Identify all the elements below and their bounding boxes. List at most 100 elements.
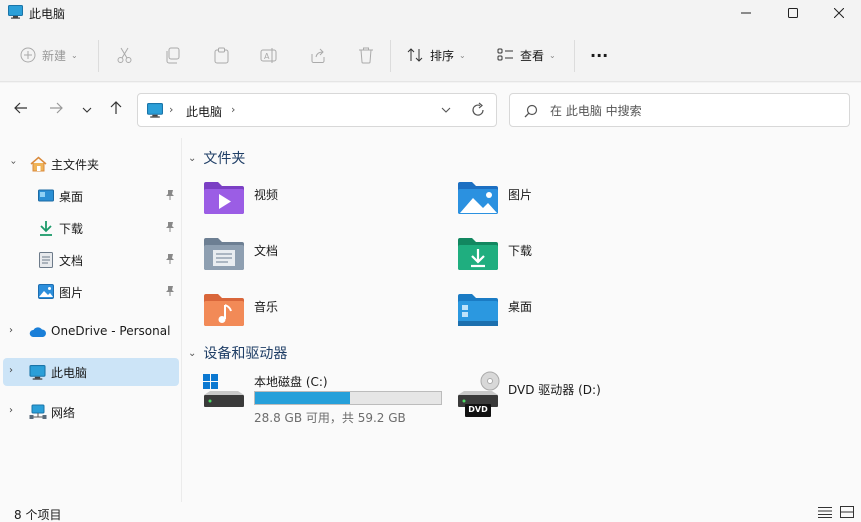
sidebar-item-network[interactable]: › 网络	[3, 398, 179, 426]
rename-button[interactable]: A	[260, 42, 277, 68]
recent-locations-button[interactable]	[77, 99, 97, 119]
folder-label: 文档	[254, 244, 279, 258]
breadcrumb-separator[interactable]: ›	[231, 103, 235, 116]
pin-icon[interactable]	[165, 221, 175, 236]
command-bar: 新建 ⌄ A 排序 ⌄ 查看 ⌄ ···	[0, 26, 861, 82]
cut-button[interactable]	[116, 42, 133, 68]
sidebar-item-label: OneDrive - Personal	[51, 324, 171, 338]
drive-free-space: 28.8 GB 可用，共 59.2 GB	[254, 411, 406, 425]
folder-item[interactable]: 音乐	[202, 292, 442, 338]
folder-label: 视频	[254, 188, 279, 202]
view-icon	[497, 48, 514, 62]
trash-icon	[358, 47, 374, 64]
chevron-down-icon	[441, 107, 451, 113]
back-button[interactable]	[11, 99, 31, 119]
sidebar-item-desktop[interactable]: 桌面	[3, 182, 179, 210]
more-options-button[interactable]: ···	[590, 42, 608, 68]
drive-label: 本地磁盘 (C:)	[254, 375, 328, 389]
new-label: 新建	[42, 48, 67, 63]
forward-button[interactable]	[46, 99, 66, 119]
sidebar-item-label: 桌面	[59, 190, 84, 204]
folder-item[interactable]: 图片	[456, 180, 696, 226]
maximize-button[interactable]	[770, 0, 816, 26]
paste-button[interactable]	[213, 42, 230, 68]
chevron-right-icon[interactable]: ›	[9, 405, 13, 416]
sort-button[interactable]: 排序 ⌄	[407, 42, 466, 68]
chevron-right-icon[interactable]: ›	[9, 325, 13, 336]
sort-label: 排序	[430, 48, 455, 63]
more-icon: ···	[590, 45, 609, 65]
videos-folder-icon	[202, 180, 246, 219]
refresh-button[interactable]	[471, 102, 485, 121]
view-button[interactable]: 查看 ⌄	[497, 42, 556, 68]
sidebar-item-label: 此电脑	[51, 366, 88, 380]
sidebar-item-home[interactable]: › 主文件夹	[3, 150, 179, 178]
windows-drive-icon	[202, 371, 246, 414]
toolbar-divider	[574, 40, 575, 72]
status-bar: 8 个项目	[0, 502, 861, 522]
breadcrumb-separator[interactable]: ›	[169, 103, 173, 116]
pictures-icon	[38, 284, 54, 302]
pin-icon[interactable]	[165, 189, 175, 204]
toolbar-divider	[390, 40, 391, 72]
details-view-icon	[818, 507, 832, 518]
title-bar: 此电脑	[0, 0, 861, 26]
tiles-view-button[interactable]	[840, 506, 856, 520]
search-box[interactable]	[509, 93, 850, 127]
chevron-expanded-icon[interactable]: ›	[8, 161, 19, 165]
sidebar-item-downloads[interactable]: 下载	[3, 214, 179, 242]
new-button[interactable]: 新建 ⌄	[20, 42, 78, 68]
view-label: 查看	[520, 48, 545, 63]
copy-icon	[164, 47, 181, 64]
folder-item[interactable]: 视频	[202, 180, 442, 226]
chevron-down-icon: ⌄	[188, 347, 197, 359]
section-title: 文件夹	[203, 151, 246, 167]
download-icon	[38, 220, 54, 239]
folder-item[interactable]: 文档	[202, 236, 442, 282]
sidebar-item-documents[interactable]: 文档	[3, 246, 179, 274]
copy-button[interactable]	[164, 42, 181, 68]
pin-icon[interactable]	[165, 253, 175, 268]
address-history-button[interactable]	[441, 103, 451, 120]
delete-button[interactable]	[358, 42, 374, 68]
section-header-folders[interactable]: ⌄ 文件夹	[188, 148, 245, 168]
pin-icon[interactable]	[165, 285, 175, 300]
section-title: 设备和驱动器	[203, 346, 288, 362]
details-view-button[interactable]	[818, 506, 834, 520]
item-count: 8 个项目	[14, 508, 62, 522]
scissors-icon	[116, 47, 133, 64]
share-icon	[309, 47, 326, 64]
drive-item-c[interactable]: 本地磁盘 (C:) 28.8 GB 可用，共 59.2 GB	[202, 371, 452, 427]
search-icon	[524, 104, 538, 121]
address-bar[interactable]: › 此电脑 ›	[137, 93, 497, 127]
svg-text:A: A	[264, 52, 270, 61]
up-button[interactable]	[106, 99, 126, 119]
close-button[interactable]	[816, 0, 861, 26]
dvd-badge: DVD	[468, 405, 488, 414]
navigation-pane: › 主文件夹 桌面 下载 文档 图片 › OneDrive - Personal…	[0, 138, 182, 502]
drive-item-d[interactable]: DVD DVD 驱动器 (D:)	[456, 371, 656, 427]
this-pc-icon	[147, 103, 163, 121]
toolbar-divider	[98, 40, 99, 72]
window-title: 此电脑	[29, 7, 66, 21]
navigation-row: › 此电脑 ›	[0, 83, 861, 138]
minimize-button[interactable]	[723, 0, 769, 26]
sidebar-item-label: 网络	[51, 406, 76, 420]
sidebar-item-this-pc[interactable]: › 此电脑	[3, 358, 179, 386]
tiles-view-icon	[840, 506, 854, 518]
sidebar-item-onedrive[interactable]: › OneDrive - Personal	[3, 318, 179, 346]
folder-item[interactable]: 下载	[456, 236, 696, 282]
chevron-right-icon[interactable]: ›	[9, 365, 13, 376]
rename-icon: A	[260, 47, 277, 64]
this-pc-icon	[29, 365, 46, 383]
folder-item[interactable]: 桌面	[456, 292, 696, 338]
folder-label: 桌面	[508, 300, 533, 314]
chevron-down-icon: ⌄	[549, 50, 556, 60]
breadcrumb-this-pc[interactable]: 此电脑	[186, 103, 222, 120]
share-button[interactable]	[309, 42, 326, 68]
drive-usage-fill	[255, 392, 350, 404]
sidebar-item-pictures[interactable]: 图片	[3, 278, 179, 306]
sidebar-item-label: 主文件夹	[51, 158, 100, 172]
search-input[interactable]	[550, 101, 840, 121]
section-header-drives[interactable]: ⌄ 设备和驱动器	[188, 343, 287, 363]
